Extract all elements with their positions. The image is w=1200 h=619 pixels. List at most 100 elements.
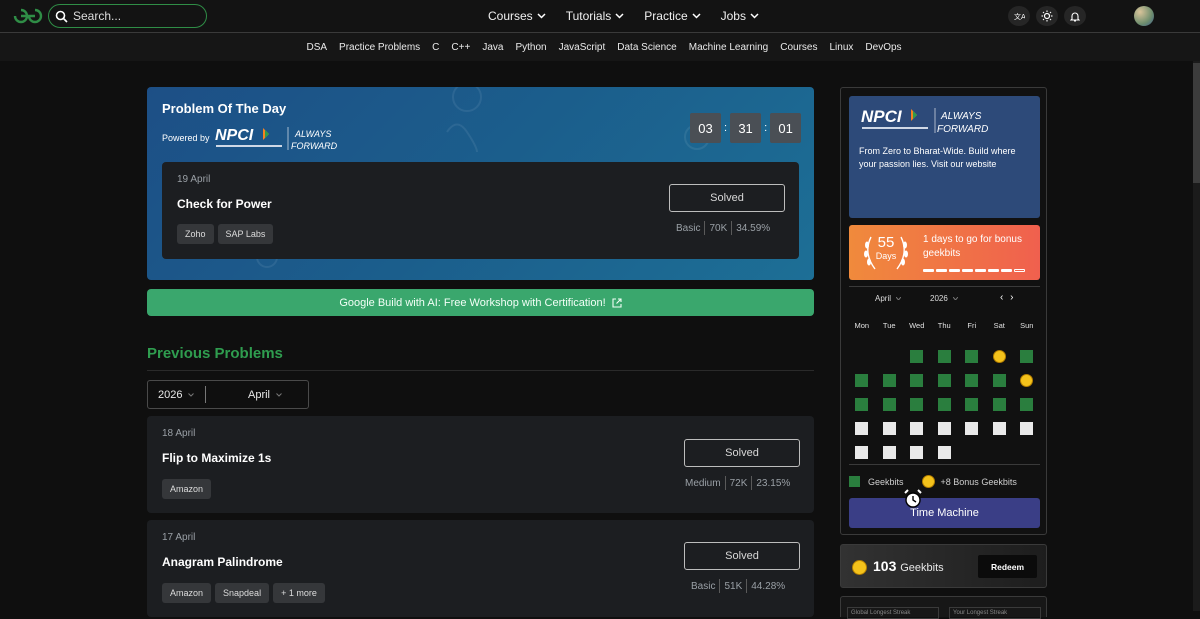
day-marker [992, 421, 1006, 435]
subnav-java[interactable]: Java [482, 42, 503, 53]
workshop-banner[interactable]: Google Build with AI: Free Workshop with… [147, 289, 814, 316]
solved-button[interactable]: Solved [684, 542, 800, 570]
page-scrollbar[interactable] [1193, 61, 1200, 611]
day-marker [910, 397, 924, 411]
calendar-day-upcoming[interactable] [848, 416, 876, 440]
company-tag[interactable]: Amazon [162, 583, 212, 603]
calendar-day-solved[interactable] [958, 368, 986, 392]
problem-name[interactable]: Flip to Maximize 1s [162, 451, 271, 465]
calendar-day-solved[interactable] [958, 392, 986, 416]
npci-ad[interactable]: NPCI ALWAYS FORWARD From Zero to Bharat-… [849, 96, 1040, 218]
subnav-c[interactable]: C [432, 42, 439, 53]
day-marker [910, 349, 924, 363]
calendar-week [848, 344, 1041, 368]
company-tag[interactable]: Amazon [162, 479, 212, 499]
calendar-day-solved[interactable] [931, 368, 959, 392]
accuracy: 23.15% [756, 477, 791, 489]
calendar-day-solved[interactable] [931, 344, 959, 368]
date-filter: 2026 April [147, 380, 309, 409]
company-tag[interactable]: Zoho [177, 224, 214, 244]
day-marker [992, 397, 1006, 411]
day-marker [965, 397, 979, 411]
company-tag[interactable]: SAP Labs [217, 224, 274, 244]
chevron-down-icon [537, 13, 546, 19]
chevron-right-icon[interactable]: › [1010, 292, 1013, 303]
solved-button[interactable]: Solved [684, 439, 800, 467]
subnav-cpp[interactable]: C++ [451, 42, 470, 53]
submissions: 51K [724, 580, 743, 592]
calendar-day-solved[interactable] [1013, 344, 1041, 368]
nav-jobs[interactable]: Jobs [721, 9, 759, 23]
day-marker [910, 421, 924, 435]
calendar-day-upcoming[interactable] [876, 416, 904, 440]
calendar-day-solved[interactable] [876, 392, 904, 416]
nav-courses[interactable]: Courses [488, 9, 546, 23]
bell-icon[interactable] [1064, 6, 1086, 26]
calendar-day-bonus[interactable] [1013, 368, 1041, 392]
calendar-day-upcoming[interactable] [931, 416, 959, 440]
calendar-day-solved[interactable] [903, 344, 931, 368]
translate-icon[interactable]: 文A [1008, 6, 1030, 26]
calendar-day-solved[interactable] [903, 392, 931, 416]
chevron-left-icon[interactable]: ‹ [1000, 292, 1003, 303]
global-longest-streak: Global Longest Streak [847, 607, 939, 619]
subnav-devops[interactable]: DevOps [865, 42, 901, 53]
subnav-python[interactable]: Python [515, 42, 546, 53]
calendar-day-solved[interactable] [986, 368, 1014, 392]
previous-problem-card[interactable]: 18 April Flip to Maximize 1s Amazon Solv… [147, 416, 814, 513]
calendar-day-solved[interactable] [876, 368, 904, 392]
calendar-day-solved[interactable] [986, 392, 1014, 416]
year-select[interactable]: 2026 [148, 389, 205, 401]
calendar-day-bonus[interactable] [986, 344, 1014, 368]
previous-problem-card[interactable]: 17 April Anagram Palindrome Amazon Snapde… [147, 520, 814, 617]
calendar-day-solved[interactable] [848, 392, 876, 416]
calendar-day-upcoming[interactable] [931, 440, 959, 464]
company-tag[interactable]: Snapdeal [215, 583, 270, 603]
nav-practice[interactable]: Practice [644, 9, 701, 23]
day-marker [965, 421, 979, 435]
calendar-day-solved[interactable] [931, 392, 959, 416]
time-machine-button[interactable]: Time Machine [849, 498, 1040, 528]
subnav-machine-learning[interactable]: Machine Learning [689, 42, 769, 53]
calendar-day-upcoming[interactable] [876, 440, 904, 464]
more-tags[interactable]: + 1 more [273, 583, 325, 603]
subnav-practice-problems[interactable]: Practice Problems [339, 42, 420, 53]
day-marker [937, 373, 951, 387]
subnav-dsa[interactable]: DSA [306, 42, 327, 53]
difficulty: Basic [676, 222, 701, 234]
calendar-day-empty [876, 344, 904, 368]
calendar-day-solved[interactable] [903, 368, 931, 392]
problem-name[interactable]: Anagram Palindrome [162, 555, 283, 569]
subnav-javascript[interactable]: JavaScript [559, 42, 606, 53]
npci-logo: NPCI ALWAYS FORWARD [215, 127, 338, 151]
subnav-courses[interactable]: Courses [780, 42, 817, 53]
redeem-button[interactable]: Redeem [978, 555, 1037, 578]
difficulty: Basic [691, 580, 716, 592]
calendar-day-solved[interactable] [958, 344, 986, 368]
problem-name[interactable]: Check for Power [177, 197, 272, 211]
month-select[interactable]: April [206, 389, 308, 401]
calendar-day-upcoming[interactable] [903, 416, 931, 440]
subnav-linux[interactable]: Linux [830, 42, 854, 53]
calendar-day-upcoming[interactable] [958, 416, 986, 440]
gfg-logo-icon[interactable] [12, 6, 44, 26]
potd-problem-card[interactable]: 19 April Check for Power Zoho SAP Labs So… [162, 162, 799, 259]
calendar-day-upcoming[interactable] [903, 440, 931, 464]
calendar-day-upcoming[interactable] [986, 416, 1014, 440]
calendar-day-solved[interactable] [1013, 392, 1041, 416]
nav-tutorials[interactable]: Tutorials [566, 9, 625, 23]
calendar-day-solved[interactable] [848, 368, 876, 392]
theme-toggle-icon[interactable] [1036, 6, 1058, 26]
search-input[interactable]: Search... [48, 4, 207, 28]
solved-button[interactable]: Solved [669, 184, 785, 212]
avatar[interactable] [1134, 6, 1154, 26]
calendar-month-select[interactable]: April [875, 294, 902, 303]
subnav-data-science[interactable]: Data Science [617, 42, 676, 53]
calendar-day-upcoming[interactable] [1013, 416, 1041, 440]
longest-streak-card: Global Longest Streak Your Longest Strea… [840, 596, 1047, 619]
day-marker [855, 397, 869, 411]
day-marker [910, 445, 924, 459]
chevron-down-icon [692, 13, 701, 19]
calendar-day-upcoming[interactable] [848, 440, 876, 464]
calendar-year-select[interactable]: 2026 [930, 294, 958, 303]
